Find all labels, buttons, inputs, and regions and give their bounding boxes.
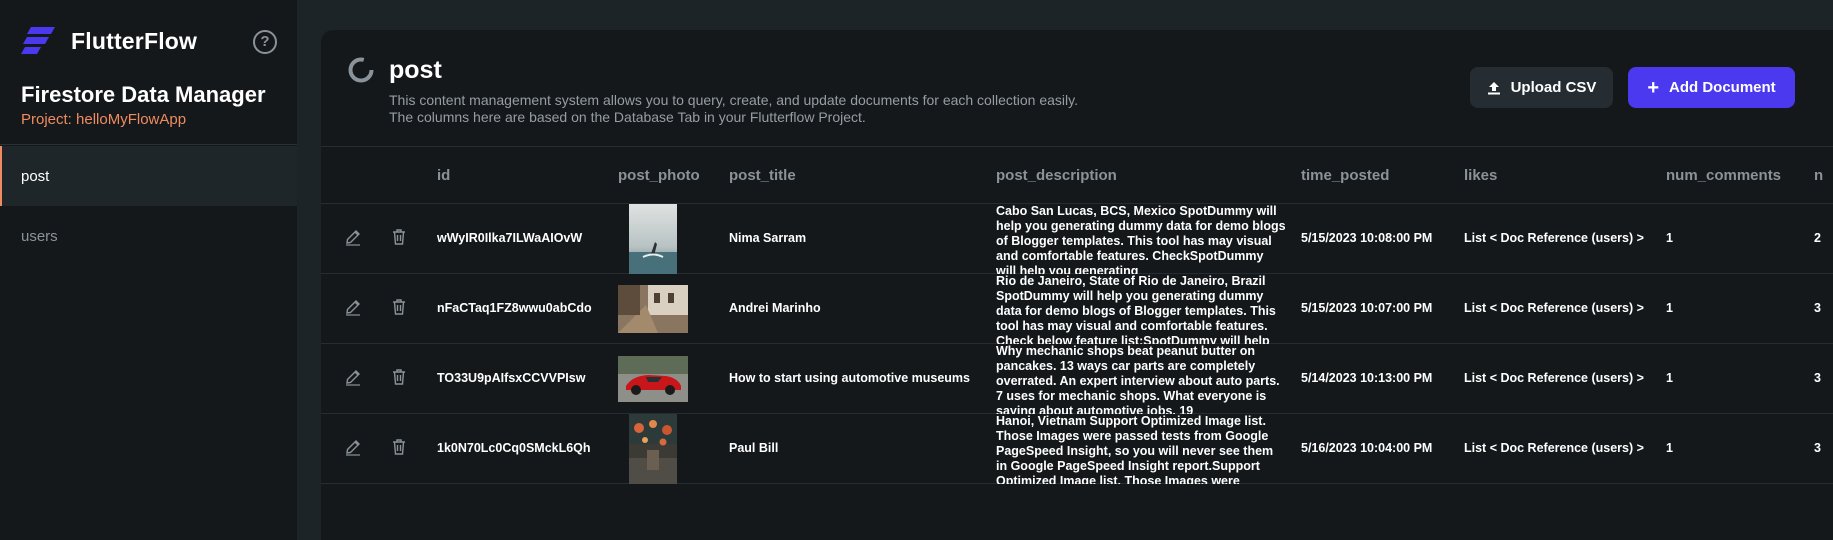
column-header[interactable]: likes xyxy=(1464,167,1497,184)
collection-panel: post This content management system allo… xyxy=(321,30,1833,540)
time-posted: 5/14/2023 10:13:00 PM xyxy=(1301,371,1433,385)
likes-ref[interactable]: List < Doc Reference (users) > xyxy=(1464,371,1644,385)
delete-icon[interactable] xyxy=(389,437,409,457)
column-header[interactable]: post_description xyxy=(996,167,1117,184)
delete-icon[interactable] xyxy=(389,367,409,387)
sidebar: FlutterFlow ? Firestore Data Manager Pro… xyxy=(0,0,297,540)
next-column-value: 3 xyxy=(1814,371,1821,385)
edit-icon[interactable] xyxy=(343,437,363,457)
column-header[interactable]: id xyxy=(437,167,450,184)
sidebar-item-post[interactable]: post xyxy=(0,146,297,206)
edit-icon[interactable] xyxy=(343,367,363,387)
project-name: Project: helloMyFlowApp xyxy=(21,111,187,128)
likes-ref[interactable]: List < Doc Reference (users) > xyxy=(1464,231,1644,245)
next-column-value: 2 xyxy=(1814,231,1821,245)
post-photo-image xyxy=(629,204,677,274)
sidebar-item-label: post xyxy=(21,167,50,185)
post-title: Andrei Marinho xyxy=(729,301,821,315)
post-photo xyxy=(618,344,688,414)
upload-icon xyxy=(1487,81,1500,94)
edit-icon[interactable] xyxy=(343,297,363,317)
page-title: post xyxy=(389,56,442,84)
time-posted: 5/15/2023 10:08:00 PM xyxy=(1301,231,1433,245)
delete-icon[interactable] xyxy=(389,227,409,247)
num-comments: 1 xyxy=(1666,441,1673,455)
column-header[interactable]: n xyxy=(1814,167,1823,184)
post-title: Nima Sarram xyxy=(729,231,807,245)
num-comments: 1 xyxy=(1666,231,1673,245)
table-row[interactable]: nFaCTaq1FZ8wwu0abCdo Andrei Marinho Rio … xyxy=(321,274,1833,344)
post-photo-image xyxy=(618,285,688,333)
sidebar-item-label: users xyxy=(21,227,58,245)
delete-icon[interactable] xyxy=(389,297,409,317)
num-comments: 1 xyxy=(1666,301,1673,315)
likes-ref[interactable]: List < Doc Reference (users) > xyxy=(1464,301,1644,315)
doc-id: wWyIR0Ilka7ILWaAIOvW xyxy=(437,231,583,245)
sidebar-item-users[interactable]: users xyxy=(0,206,297,266)
post-description: Why mechanic shops beat peanut butter on… xyxy=(996,344,1280,414)
upload-csv-button[interactable]: Upload CSV xyxy=(1470,67,1613,108)
post-photo-image xyxy=(618,356,688,402)
table-row[interactable]: 1k0N70Lc0Cq0SMckL6Qh Paul Bill Hanoi, Vi… xyxy=(321,414,1833,484)
sidebar-divider xyxy=(0,144,297,145)
add-document-button[interactable]: + Add Document xyxy=(1628,67,1795,108)
help-icon[interactable]: ? xyxy=(253,30,277,54)
table-row[interactable]: wWyIR0Ilka7ILWaAIOvW Nima Sarram Cabo Sa… xyxy=(321,204,1833,274)
collection-icon xyxy=(348,57,374,83)
brand: FlutterFlow xyxy=(21,24,197,58)
next-column-value: 3 xyxy=(1814,301,1821,315)
doc-id: 1k0N70Lc0Cq0SMckL6Qh xyxy=(437,441,591,455)
flutterflow-logo-icon xyxy=(21,27,55,54)
sidebar-title: Firestore Data Manager xyxy=(21,82,266,107)
edit-icon[interactable] xyxy=(343,227,363,247)
doc-id: TO33U9pAIfsxCCVVPIsw xyxy=(437,371,586,385)
post-photo xyxy=(618,204,688,274)
column-header[interactable]: num_comments xyxy=(1666,167,1781,184)
add-document-label: Add Document xyxy=(1669,79,1776,96)
column-header[interactable]: time_posted xyxy=(1301,167,1389,184)
post-description: Rio de Janeiro, State of Rio de Janeiro,… xyxy=(996,274,1276,344)
table-top-border xyxy=(321,146,1833,147)
upload-csv-label: Upload CSV xyxy=(1510,79,1597,96)
column-header[interactable]: post_title xyxy=(729,167,796,184)
post-title: How to start using automotive museums xyxy=(729,371,971,385)
post-photo xyxy=(618,274,688,344)
time-posted: 5/15/2023 10:07:00 PM xyxy=(1301,301,1433,315)
post-photo-image xyxy=(629,414,677,484)
post-title: Paul Bill xyxy=(729,441,779,455)
post-description: Cabo San Lucas, BCS, Mexico SpotDummy wi… xyxy=(996,204,1286,274)
num-comments: 1 xyxy=(1666,371,1673,385)
next-column-value: 3 xyxy=(1814,441,1821,455)
likes-ref[interactable]: List < Doc Reference (users) > xyxy=(1464,441,1644,455)
post-photo xyxy=(618,414,688,484)
post-description: Hanoi, Vietnam Support Optimized Image l… xyxy=(996,414,1274,484)
doc-id: nFaCTaq1FZ8wwu0abCdo xyxy=(437,301,592,315)
column-header[interactable]: post_photo xyxy=(618,167,700,184)
plus-icon: + xyxy=(1647,76,1659,99)
table-row[interactable]: TO33U9pAIfsxCCVVPIsw How to start using … xyxy=(321,344,1833,414)
brand-name: FlutterFlow xyxy=(71,27,198,54)
time-posted: 5/16/2023 10:04:00 PM xyxy=(1301,441,1433,455)
page-description: This content management system allows yo… xyxy=(389,92,1078,125)
